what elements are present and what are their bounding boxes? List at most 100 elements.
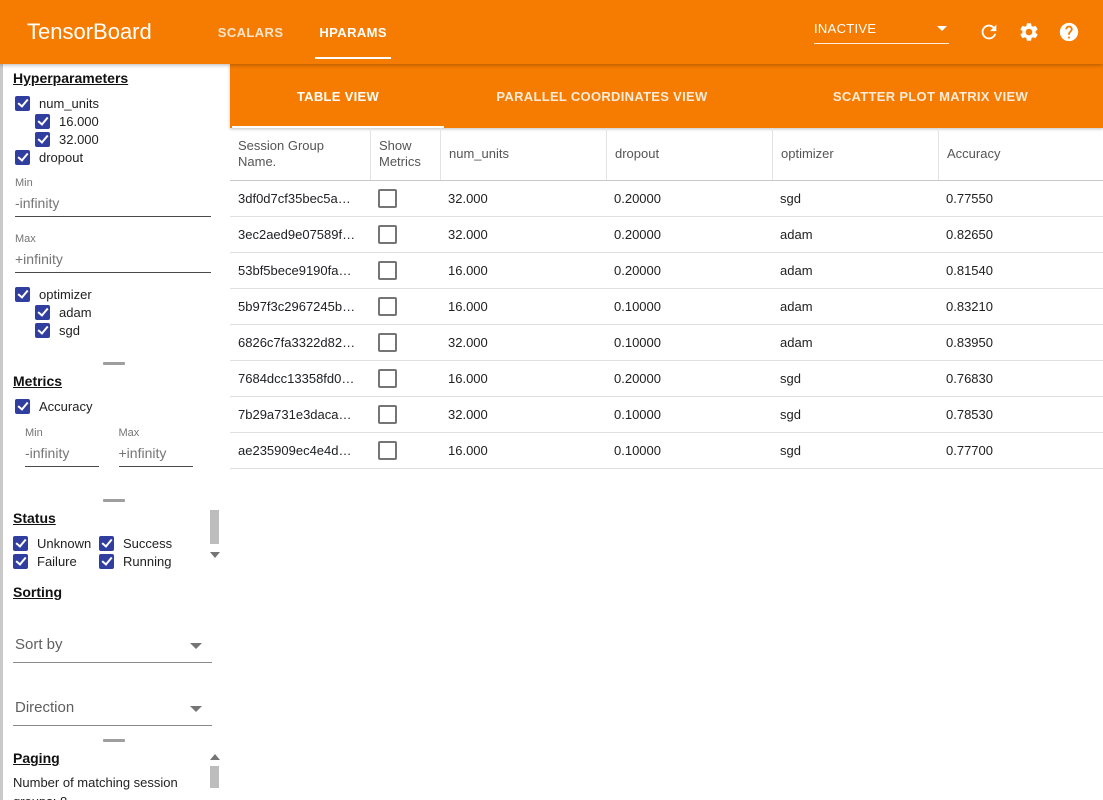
dropout-cell: 0.20000 <box>606 181 772 216</box>
status-running-checkbox[interactable]: Running <box>99 552 171 570</box>
hparam-dropout-checkbox[interactable]: dropout <box>15 148 212 166</box>
status-success-checkbox[interactable]: Success <box>99 534 172 552</box>
settings-gear-icon[interactable] <box>1018 21 1040 43</box>
optimizer-cell: adam <box>772 253 938 288</box>
hparam-optimizer-checkbox[interactable]: optimizer <box>15 285 212 303</box>
status-scrollbar[interactable] <box>210 510 219 570</box>
show-metrics-checkbox[interactable] <box>378 333 397 352</box>
optimizer-cell: sgd <box>772 181 938 216</box>
status-section: Status Unknown Success Failure Running <box>3 504 222 574</box>
session-group-name-cell: 5b97f3c2967245b… <box>230 289 370 324</box>
table-header-row: Session Group Name. Show Metrics num_uni… <box>230 128 1103 181</box>
chevron-down-icon <box>190 643 202 649</box>
hparam-value-32-checkbox[interactable]: 32.000 <box>35 130 212 148</box>
checkbox-checked-icon[interactable] <box>35 114 50 129</box>
dropout-max-input[interactable] <box>15 245 211 273</box>
optimizer-cell: adam <box>772 289 938 324</box>
sort-by-value: Sort by <box>15 636 63 653</box>
scrollbar-thumb[interactable] <box>210 510 219 544</box>
show-metrics-checkbox[interactable] <box>378 225 397 244</box>
checkbox-checked-icon[interactable] <box>15 287 30 302</box>
matching-groups-summary: Number of matching session groups: 8 <box>13 774 198 800</box>
table-row[interactable]: 7b29a731e3daca… 32.000 0.10000 sgd 0.785… <box>230 397 1103 433</box>
show-metrics-checkbox[interactable] <box>378 405 397 424</box>
table-row[interactable]: 3ec2aed9e07589f… 32.000 0.20000 adam 0.8… <box>230 217 1103 253</box>
dropout-min-field: Min <box>13 177 212 217</box>
max-label: Max <box>119 427 195 439</box>
accuracy-max-input[interactable] <box>119 439 193 467</box>
checkbox-checked-icon[interactable] <box>15 399 30 414</box>
accuracy-min-input[interactable] <box>25 439 99 467</box>
section-resize-handle[interactable] <box>103 499 125 502</box>
num-units-cell: 32.000 <box>440 181 606 216</box>
top-app-bar: TensorBoard SCALARS HPARAMS INACTIVE <box>0 0 1103 64</box>
hparam-num-units-label: num_units <box>39 96 99 111</box>
num-units-cell: 16.000 <box>440 361 606 396</box>
show-metrics-checkbox[interactable] <box>378 297 397 316</box>
section-resize-handle[interactable] <box>103 362 125 365</box>
checkbox-checked-icon[interactable] <box>35 132 50 147</box>
dropout-cell: 0.20000 <box>606 217 772 252</box>
table-row[interactable]: 7684dcc13358fd0… 16.000 0.20000 sgd 0.76… <box>230 361 1103 397</box>
show-metrics-checkbox[interactable] <box>378 189 397 208</box>
table-row[interactable]: 6826c7fa3322d82… 32.000 0.10000 adam 0.8… <box>230 325 1103 361</box>
status-failure-label: Failure <box>37 554 77 569</box>
show-metrics-checkbox[interactable] <box>378 441 397 460</box>
checkbox-checked-icon[interactable] <box>35 323 50 338</box>
hparam-value-adam-checkbox[interactable]: adam <box>35 303 212 321</box>
table-row[interactable]: ae235909ec4e4d… 16.000 0.10000 sgd 0.777… <box>230 433 1103 469</box>
table-row[interactable]: 5b97f3c2967245b… 16.000 0.10000 adam 0.8… <box>230 289 1103 325</box>
metric-accuracy-checkbox[interactable]: Accuracy <box>15 397 212 415</box>
scroll-up-arrow-icon[interactable] <box>210 754 220 760</box>
direction-value: Direction <box>15 699 74 716</box>
sort-by-select[interactable]: Sort by <box>13 636 212 663</box>
tab-hparams[interactable]: HPARAMS <box>301 0 405 64</box>
hparam-num-units-checkbox[interactable]: num_units <box>15 94 212 112</box>
checkbox-checked-icon[interactable] <box>99 554 114 569</box>
hparam-dropout-label: dropout <box>39 150 83 165</box>
status-failure-checkbox[interactable]: Failure <box>13 552 99 570</box>
table-row[interactable]: 3df0d7cf35bec5a… 32.000 0.20000 sgd 0.77… <box>230 181 1103 217</box>
checkbox-checked-icon[interactable] <box>15 150 30 165</box>
tab-table-view[interactable]: TABLE VIEW <box>230 64 446 128</box>
hyperparameters-title: Hyperparameters <box>13 70 212 86</box>
num-units-cell: 16.000 <box>440 289 606 324</box>
accuracy-max-field: Max <box>119 427 195 467</box>
dropout-cell: 0.10000 <box>606 289 772 324</box>
num-units-cell: 32.000 <box>440 325 606 360</box>
optimizer-cell: adam <box>772 325 938 360</box>
tab-parallel-coordinates-view-label: PARALLEL COORDINATES VIEW <box>496 89 707 104</box>
checkbox-checked-icon[interactable] <box>13 554 28 569</box>
num-units-cell: 32.000 <box>440 397 606 432</box>
checkbox-checked-icon[interactable] <box>35 305 50 320</box>
checkbox-checked-icon[interactable] <box>15 96 30 111</box>
hparam-value-sgd-label: sgd <box>59 323 80 338</box>
checkbox-checked-icon[interactable] <box>13 536 28 551</box>
paging-scrollbar[interactable] <box>210 754 219 800</box>
paging-section: Paging Number of matching session groups… <box>3 744 222 800</box>
tab-scalars[interactable]: SCALARS <box>200 0 302 64</box>
tab-parallel-coordinates-view[interactable]: PARALLEL COORDINATES VIEW <box>446 64 758 128</box>
hparam-value-adam-label: adam <box>59 305 92 320</box>
show-metrics-cell <box>370 397 440 432</box>
scrollbar-thumb[interactable] <box>210 766 219 788</box>
sorting-title: Sorting <box>13 584 212 600</box>
reload-status-dropdown[interactable]: INACTIVE <box>814 21 949 44</box>
dropout-min-input[interactable] <box>15 189 211 217</box>
tab-scatter-plot-matrix-view[interactable]: SCATTER PLOT MATRIX VIEW <box>758 64 1103 128</box>
refresh-icon[interactable] <box>978 21 1000 43</box>
direction-select[interactable]: Direction <box>13 699 212 726</box>
show-metrics-checkbox[interactable] <box>378 369 397 388</box>
help-icon[interactable] <box>1058 21 1080 43</box>
accuracy-cell: 0.82650 <box>938 217 1103 252</box>
column-header-session-group-name: Session Group Name. <box>230 128 370 180</box>
hparam-value-16-checkbox[interactable]: 16.000 <box>35 112 212 130</box>
status-unknown-checkbox[interactable]: Unknown <box>13 534 99 552</box>
hparam-value-sgd-checkbox[interactable]: sgd <box>35 321 212 339</box>
show-metrics-checkbox[interactable] <box>378 261 397 280</box>
section-resize-handle[interactable] <box>103 739 125 742</box>
scroll-down-arrow-icon[interactable] <box>210 552 220 558</box>
checkbox-checked-icon[interactable] <box>99 536 114 551</box>
table-row[interactable]: 53bf5bece9190fa… 16.000 0.20000 adam 0.8… <box>230 253 1103 289</box>
num-units-cell: 16.000 <box>440 433 606 468</box>
